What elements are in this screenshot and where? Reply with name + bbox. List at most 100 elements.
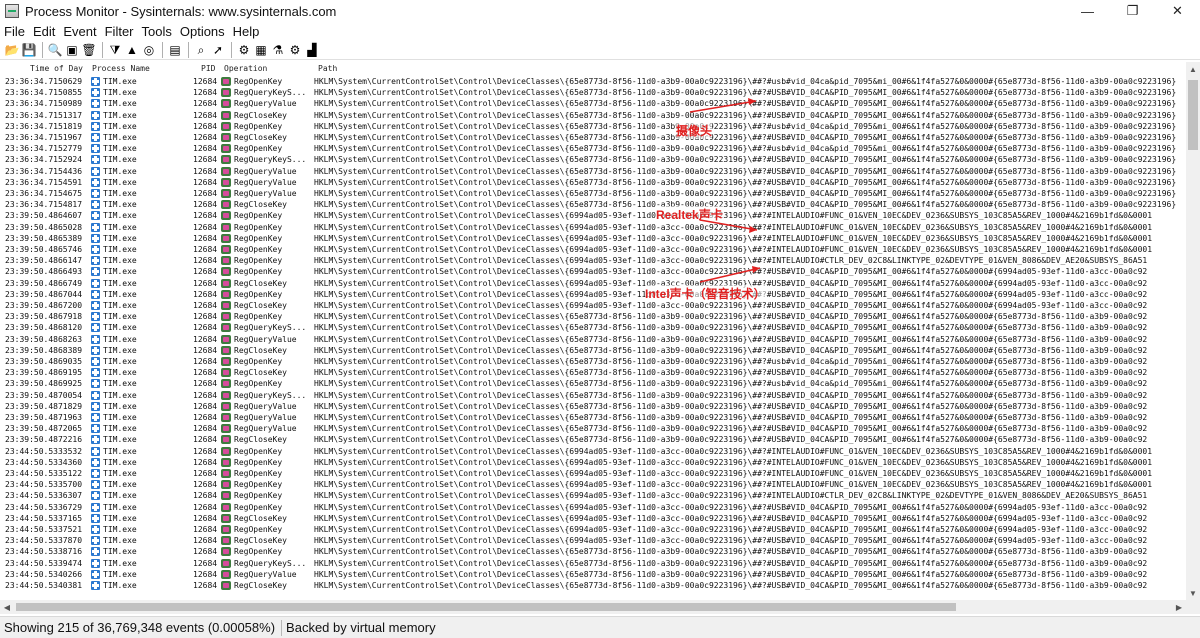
table-row[interactable]: 23:44:50.5338716 TIM.exe 12684 RegOpenKey HK… <box>0 546 1186 557</box>
jump-icon[interactable]: ➚ <box>210 42 226 58</box>
col-pid[interactable]: PID <box>201 64 215 73</box>
vertical-scrollbar[interactable]: ▲ ▼ <box>1186 62 1200 600</box>
table-row[interactable]: 23:44:50.5336307 TIM.exe 12684 RegOpenKey HK… <box>0 490 1186 501</box>
table-row[interactable]: 23:39:50.4866493 TIM.exe 12684 RegOpenKey HK… <box>0 266 1186 277</box>
horizontal-scroll-thumb[interactable] <box>16 603 956 611</box>
menu-filter[interactable]: Filter <box>101 24 138 39</box>
table-row[interactable]: 23:39:50.4867918 TIM.exe 12684 RegOpenKey HK… <box>0 311 1186 322</box>
clear-icon[interactable]: 🗑 <box>81 42 97 58</box>
table-row[interactable]: 23:44:50.5337165 TIM.exe 12684 RegCloseKey H… <box>0 513 1186 524</box>
table-row[interactable]: 23:39:50.4869195 TIM.exe 12684 RegCloseKey H… <box>0 367 1186 378</box>
table-row[interactable]: 23:39:50.4872065 TIM.exe 12684 RegQueryValu… <box>0 423 1186 434</box>
table-row[interactable]: 23:36:34.7151317 TIM.exe 12684 RegCloseKey H… <box>0 110 1186 121</box>
table-row[interactable]: 23:36:34.7152779 TIM.exe 12684 RegOpenKey HK… <box>0 143 1186 154</box>
table-row[interactable]: 23:36:34.7154436 TIM.exe 12684 RegQueryValu… <box>0 166 1186 177</box>
table-row[interactable]: 23:39:50.4866749 TIM.exe 12684 RegCloseKey H… <box>0 278 1186 289</box>
capture-icon[interactable]: 🔍 <box>47 42 63 58</box>
table-row[interactable]: 23:39:50.4868120 TIM.exe 12684 RegQueryKeyS… <box>0 322 1186 333</box>
vertical-scroll-thumb[interactable] <box>1188 80 1198 150</box>
table-row[interactable]: 23:36:34.7154591 TIM.exe 12684 RegQueryValu… <box>0 177 1186 188</box>
find-icon[interactable]: ⌕ <box>193 42 209 58</box>
table-row[interactable]: 23:44:50.5339474 TIM.exe 12684 RegQueryKeyS… <box>0 558 1186 569</box>
highlight-icon[interactable]: ▲ <box>124 42 140 58</box>
horizontal-scrollbar[interactable]: ◀ ▶ <box>0 600 1186 614</box>
include-process-icon[interactable]: ◎ <box>141 42 157 58</box>
status-bar: Showing 215 of 36,769,348 events (0.0005… <box>0 616 1200 638</box>
toolbar-separator <box>231 41 232 58</box>
filter-icon[interactable]: ⧩ <box>107 42 123 58</box>
menu-edit[interactable]: Edit <box>29 24 59 39</box>
table-row[interactable]: 23:39:50.4868263 TIM.exe 12684 RegQueryValu… <box>0 334 1186 345</box>
scroll-down-icon[interactable]: ▼ <box>1186 586 1200 600</box>
open-icon[interactable]: 📂 <box>4 42 20 58</box>
menu-event[interactable]: Event <box>59 24 100 39</box>
toolbar-separator <box>188 41 189 58</box>
table-row[interactable]: 23:36:34.7154817 TIM.exe 12684 RegCloseKey H… <box>0 199 1186 210</box>
table-row[interactable]: 23:39:50.4865389 TIM.exe 12684 RegOpenKey HK… <box>0 233 1186 244</box>
tim-process-icon <box>91 323 100 333</box>
save-icon[interactable]: 💾 <box>21 42 37 58</box>
table-row[interactable]: 23:44:50.5335122 TIM.exe 12684 RegOpenKey HK… <box>0 468 1186 479</box>
filesystem-activity-icon[interactable]: ▦ <box>253 42 269 58</box>
registry-operation-icon <box>221 480 231 490</box>
table-row[interactable]: 23:39:50.4872216 TIM.exe 12684 RegCloseKey H… <box>0 434 1186 445</box>
col-path[interactable]: Path <box>318 64 337 73</box>
table-row[interactable]: 23:39:50.4871963 TIM.exe 12684 RegQueryValu… <box>0 412 1186 423</box>
scroll-left-icon[interactable]: ◀ <box>0 600 14 614</box>
table-row[interactable]: 23:36:34.7150629 TIM.exe 12684 RegOpenKey HK… <box>0 76 1186 87</box>
autoscroll-icon[interactable]: ▣ <box>64 42 80 58</box>
table-row[interactable]: 23:39:50.4867044TIM.exe12684RegOpenKeyHK… <box>0 289 1186 300</box>
table-row[interactable]: 23:44:50.5340266 TIM.exe 12684 RegQueryValu… <box>0 569 1186 580</box>
window-title: Process Monitor - Sysinternals: www.sysi… <box>25 3 337 19</box>
table-row[interactable]: 23:36:34.7151819 TIM.exe 12684 RegOpenKey HK… <box>0 121 1186 132</box>
path-cell: HKLM\System\CurrentControlSet\Control\De… <box>314 301 1148 310</box>
path-cell: HKLM\System\CurrentControlSet\Control\De… <box>314 435 1148 445</box>
table-row[interactable]: 23:39:50.4864607 TIM.exe 12684 RegOpenKey HK… <box>0 210 1186 221</box>
pid-cell: 12684 <box>193 491 218 501</box>
table-row[interactable]: 23:44:50.5333532 TIM.exe 12684 RegOpenKey HK… <box>0 446 1186 457</box>
table-row[interactable]: 23:36:34.7154675 TIM.exe 12684 RegQueryValu… <box>0 188 1186 199</box>
table-row[interactable]: 23:39:50.4870054 TIM.exe 12684 RegQueryKeyS… <box>0 390 1186 401</box>
pid-cell: 12684 <box>193 133 218 142</box>
table-row[interactable]: 23:39:50.4866147 TIM.exe 12684 RegOpenKey HK… <box>0 255 1186 266</box>
close-button[interactable]: ✕ <box>1155 0 1200 22</box>
table-row[interactable]: 23:39:50.4869925 TIM.exe 12684 RegOpenKey HK… <box>0 378 1186 389</box>
scroll-up-icon[interactable]: ▲ <box>1186 62 1200 76</box>
table-row[interactable]: 23:44:50.5337870 TIM.exe 12684 RegCloseKey H… <box>0 535 1186 546</box>
table-row[interactable]: 23:39:50.4865028 TIM.exe 12684 RegOpenKey HK… <box>0 222 1186 233</box>
path-cell: HKLM\System\CurrentControlSet\Control\De… <box>314 413 1148 422</box>
table-row[interactable]: 23:44:50.5335700 TIM.exe 12684 RegOpenKey HK… <box>0 479 1186 490</box>
table-row[interactable]: 23:36:34.7152924 TIM.exe 12684 RegQueryKeyS… <box>0 154 1186 165</box>
event-list[interactable]: 23:36:34.7150629 TIM.exe 12684 RegOpenKey HK… <box>0 76 1186 599</box>
col-operation[interactable]: Operation <box>224 64 267 73</box>
time-cell: 23:36:34.7150855 <box>5 88 83 98</box>
table-row[interactable]: 23:36:34.7151967 TIM.exe 12684 RegCloseKey H… <box>0 132 1186 143</box>
profiling-activity-icon[interactable]: ▟ <box>304 42 320 58</box>
table-row[interactable]: 23:39:50.4868389 TIM.exe 12684 RegCloseKey H… <box>0 345 1186 356</box>
scroll-right-icon[interactable]: ▶ <box>1172 600 1186 614</box>
table-row[interactable]: 23:44:50.5334360 TIM.exe 12684 RegOpenKey HK… <box>0 457 1186 468</box>
table-row[interactable]: 23:36:34.7150989 TIM.exe 12684 RegQueryValu… <box>0 98 1186 109</box>
menu-file[interactable]: File <box>0 24 29 39</box>
menu-help[interactable]: Help <box>229 24 264 39</box>
minimize-button[interactable]: — <box>1065 0 1110 22</box>
table-row[interactable]: 23:44:50.5336729 TIM.exe 12684 RegOpenKey HK… <box>0 502 1186 513</box>
network-activity-icon[interactable]: ⚗ <box>270 42 286 58</box>
path-cell: HKLM\System\CurrentControlSet\Control\De… <box>314 77 1177 86</box>
table-row[interactable]: 23:36:34.7150855 TIM.exe 12684 RegQueryKeyS… <box>0 87 1186 98</box>
table-row[interactable]: 23:44:50.5340381 TIM.exe 12684 RegCloseKey H… <box>0 580 1186 591</box>
registry-activity-icon[interactable]: ⚙ <box>236 42 252 58</box>
table-row[interactable]: 23:44:50.5337521 TIM.exe 12684 RegOpenKey HK… <box>0 524 1186 535</box>
menu-tools[interactable]: Tools <box>138 24 176 39</box>
col-time-of-day[interactable]: Time of Day <box>30 64 83 73</box>
table-row[interactable]: 23:39:50.4865746 TIM.exe 12684 RegOpenKey HK… <box>0 244 1186 255</box>
menu-options[interactable]: Options <box>176 24 229 39</box>
maximize-button[interactable]: ❐ <box>1110 0 1155 22</box>
table-row[interactable]: 23:39:50.4869035 TIM.exe 12684 RegOpenKey HK… <box>0 356 1186 367</box>
col-process-name[interactable]: Process Name <box>92 64 150 73</box>
table-row[interactable]: 23:39:50.4871829 TIM.exe 12684 RegQueryValu… <box>0 401 1186 412</box>
process-activity-icon[interactable]: ⚙ <box>287 42 303 58</box>
process-tree-icon[interactable]: ▤ <box>167 42 183 58</box>
table-row[interactable]: 23:39:50.4867200 TIM.exe 12684 RegCloseKey H… <box>0 300 1186 311</box>
path-cell: HKLM\System\CurrentControlSet\Control\De… <box>314 233 1153 243</box>
